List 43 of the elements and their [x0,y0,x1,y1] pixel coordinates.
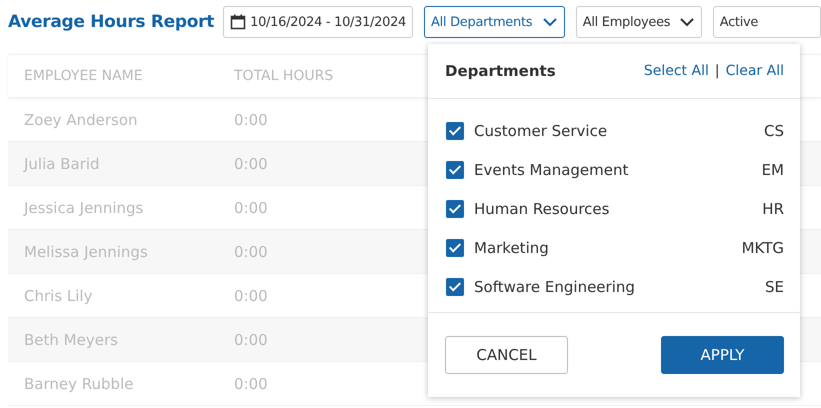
table-cell-text: Barney Rubble [23,374,134,392]
table-cell-text: Melissa Jennings [23,242,149,260]
table-cell-text: 0:00 [233,110,269,128]
calendar-icon [230,14,246,30]
department-code: SE [765,278,784,296]
cancel-button[interactable]: CANCEL [445,336,568,374]
table-cell-text: Jessica Jennings [22,198,144,216]
table-cell-text: Chris Lily [23,286,94,304]
table-cell-text: 0:00 [233,198,269,216]
table-cell-text: Zoey Anderson [23,110,139,128]
clear-all-link[interactable]: Clear All [726,63,784,79]
department-label: Events Management [474,160,630,178]
checkbox[interactable] [446,160,464,178]
table-cell-text: 0:00 [233,374,269,392]
dropdown-title: Departments [445,62,556,80]
status-select[interactable]: Active [712,6,821,38]
page-title: Average Hours Report [8,12,216,32]
checkbox[interactable] [446,122,464,140]
apply-button[interactable]: APPLY [661,336,784,374]
column-header: TOTAL HOURS [233,68,334,84]
separator: | [714,63,720,79]
checkbox[interactable] [446,278,464,296]
department-code: CS [764,122,784,140]
checkbox[interactable] [446,238,464,256]
department-label: Customer Service [474,122,608,140]
department-label: Human Resources [474,200,610,218]
column-header: EMPLOYEE NAME [23,68,144,84]
table-cell-text: 0:00 [233,154,269,172]
table-cell-text: 0:00 [233,242,269,260]
employee-select[interactable]: All Employees [576,6,702,38]
table-cell-text: 0:00 [233,286,269,304]
select-all-link[interactable]: Select All [644,63,709,79]
table-cell-text: Julia Barid [22,154,101,172]
department-label: Marketing [474,238,550,256]
table-cell-text: Beth Meyers [23,330,119,348]
department-code: HR [762,200,784,218]
department-code: MKTG [742,238,784,256]
date-range-field[interactable]: 10/16/2024 - 10/31/2024 [223,6,414,38]
department-label: Software Engineering [474,278,636,296]
table-cell-text: 0:00 [233,330,269,348]
checkbox[interactable] [446,200,464,218]
department-code: EM [762,160,784,178]
department-select[interactable]: All Departments [424,6,565,38]
